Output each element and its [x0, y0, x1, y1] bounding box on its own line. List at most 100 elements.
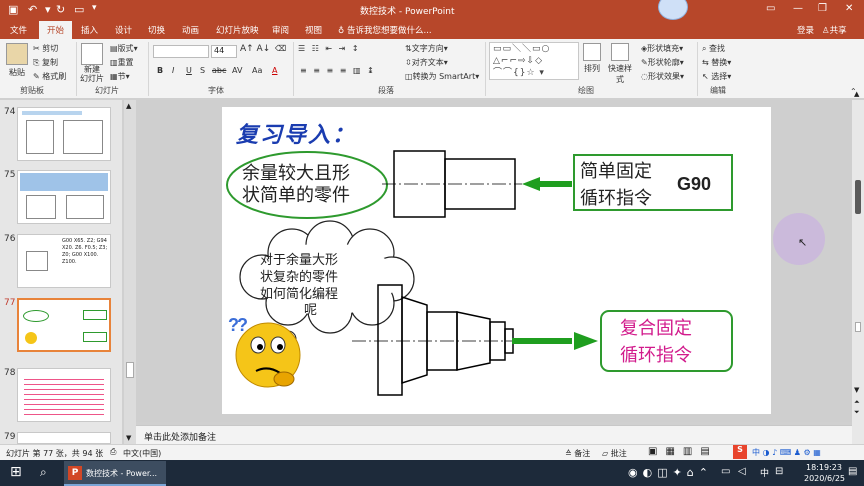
start-slideshow-icon[interactable]: ▭: [74, 3, 84, 16]
ime-tray[interactable]: 中: [760, 466, 769, 479]
comments-label: 批注: [610, 449, 627, 458]
layout-button[interactable]: ▤版式▾: [110, 43, 138, 54]
g90-box-line-2: 循环指令: [580, 188, 652, 209]
keyboard-icon[interactable]: ⊟: [775, 466, 783, 477]
scroll-up-icon[interactable]: ▲: [854, 90, 859, 98]
grow-font-icon[interactable]: A↑ A↓: [240, 44, 270, 54]
slide-thumbnail-selected[interactable]: [17, 298, 111, 352]
cut-button[interactable]: ✂ 剪切: [33, 43, 58, 54]
list-buttons[interactable]: ☰ ☷ ⇤ ⇥ ↕: [298, 44, 361, 53]
ribbon-display-icon[interactable]: [658, 0, 688, 20]
thumbnail-scrollbar[interactable]: ▲ ▼: [124, 100, 136, 444]
clear-format-icon[interactable]: ⌫: [275, 44, 286, 53]
paste-label: 粘贴: [9, 68, 25, 77]
tab-review[interactable]: 审阅: [272, 24, 289, 36]
thumbnail-blue-band: [20, 173, 108, 191]
undo-icon[interactable]: ↶: [28, 3, 37, 16]
next-slide-icon[interactable]: ⏷: [854, 408, 860, 417]
smartart-button[interactable]: ◫转换为 SmartArt▾: [405, 71, 479, 82]
share-button[interactable]: ♙共享: [822, 24, 847, 36]
find-button[interactable]: ⌕ 查找: [702, 43, 725, 54]
editor-scrollbar[interactable]: ▲ ▼ ⏶ ⏷: [852, 90, 864, 444]
format-painter-button[interactable]: ✎ 格式刷: [33, 71, 66, 82]
reset-button[interactable]: ▥重置: [110, 57, 134, 68]
slide-thumbnail[interactable]: [17, 170, 111, 224]
copy-button[interactable]: ⎘ 复制: [33, 57, 58, 68]
tab-animations[interactable]: 动画: [182, 24, 199, 36]
clock-date[interactable]: 2020/6/25: [804, 474, 845, 483]
shapes-gallery[interactable]: ▭▭＼＼▭○ △⌐⌐⇨⇩◇ ⌒⌒{}☆ ▾: [489, 42, 579, 80]
search-icon[interactable]: ⌕: [40, 465, 47, 480]
spellcheck-icon[interactable]: ⎙: [110, 447, 116, 457]
tab-view[interactable]: 视图: [305, 24, 322, 36]
scroll-up-icon[interactable]: ▲: [126, 102, 131, 110]
font-color-button[interactable]: A: [272, 66, 277, 75]
windows-start-icon[interactable]: ⊞: [10, 464, 22, 480]
replace-button[interactable]: ⇆ 替换▾: [702, 57, 731, 68]
sign-in-link[interactable]: 登录: [797, 24, 814, 36]
tab-transitions[interactable]: 切换: [148, 24, 165, 36]
language-indicator[interactable]: 中文(中国): [123, 448, 161, 459]
slide-thumbnail[interactable]: [17, 368, 111, 422]
paste-button[interactable]: 粘贴: [4, 43, 30, 78]
tell-me-box[interactable]: ♁ 告诉我您想要做什么...: [338, 24, 432, 36]
tab-slideshow[interactable]: 幻灯片放映: [216, 24, 259, 36]
customize-qat-icon[interactable]: ▾: [92, 3, 97, 13]
notification-icon[interactable]: ▤: [848, 466, 857, 477]
font-size-field[interactable]: 44: [211, 45, 237, 58]
network-icon[interactable]: ▭: [721, 466, 730, 477]
scroll-down-icon[interactable]: ▼: [126, 434, 131, 442]
comments-button[interactable]: ▱ 批注: [602, 448, 627, 459]
minimize-icon[interactable]: —: [793, 3, 803, 14]
volume-icon[interactable]: ◁: [738, 466, 746, 477]
tab-file[interactable]: 文件: [10, 24, 27, 36]
notes-button[interactable]: ≙ 备注: [565, 448, 590, 459]
save-icon[interactable]: ▣: [8, 3, 18, 16]
notes-pane[interactable]: 单击此处添加备注: [136, 425, 852, 444]
text-direction-button[interactable]: ⇅文字方向▾: [405, 43, 448, 54]
tray-icons[interactable]: ◉◐◫✦⌂⌃: [628, 466, 713, 479]
char-spacing-button[interactable]: AV: [232, 66, 242, 75]
slide-thumbnail[interactable]: [17, 107, 111, 161]
ribbon-options-icon[interactable]: ▭: [766, 3, 775, 14]
shape-effects-button[interactable]: ◌形状效果▾: [641, 71, 684, 82]
scrollbar-thumb[interactable]: [126, 362, 134, 378]
view-buttons[interactable]: ▣▦▥▤: [648, 446, 718, 457]
shadow-button[interactable]: S: [200, 66, 205, 75]
quick-styles-button[interactable]: 快速样式: [605, 43, 635, 85]
select-button[interactable]: ↖ 选择▾: [702, 71, 731, 82]
underline-button[interactable]: U: [186, 66, 192, 75]
arrange-button[interactable]: 排列: [582, 43, 602, 74]
taskbar-powerpoint-button[interactable]: P 数控技术 - Power...: [64, 461, 166, 486]
align-buttons[interactable]: ≡ ≡ ≡ ≡ ▥ ↨: [300, 66, 376, 75]
undo-dropdown-icon[interactable]: ▾: [45, 3, 51, 16]
bold-button[interactable]: B: [157, 66, 163, 75]
change-case-button[interactable]: Aa: [252, 66, 262, 75]
align-text-button[interactable]: ⇳对齐文本▾: [405, 57, 448, 68]
thumbnail-figure: [66, 195, 104, 219]
tab-design[interactable]: 设计: [115, 24, 132, 36]
font-name-field[interactable]: [153, 45, 209, 58]
new-slide-button[interactable]: 新建 幻灯片: [80, 43, 104, 83]
tab-home[interactable]: 开始: [39, 21, 73, 39]
clock-time[interactable]: 18:19:23: [806, 463, 842, 472]
italic-button[interactable]: I: [172, 66, 174, 75]
shape-fill-button[interactable]: ◈形状填充▾: [641, 43, 683, 54]
section-button[interactable]: ▦节▾: [110, 71, 130, 82]
group-clipboard: 剪贴板: [20, 86, 44, 95]
slide-thumbnail[interactable]: [17, 432, 111, 444]
ime-indicator[interactable]: 中 ◑ ♪ ⌨ ♟ ⚙ ▦: [752, 447, 821, 458]
shape-outline-button[interactable]: ✎形状轮廓▾: [641, 57, 684, 68]
ime-s-icon[interactable]: S: [733, 445, 747, 459]
previous-slide-icon[interactable]: ⏶: [854, 398, 860, 407]
thumbnail-figure: [26, 120, 54, 154]
strikethrough-button[interactable]: abc: [212, 66, 226, 75]
redo-icon[interactable]: ↻: [56, 3, 65, 16]
slide-canvas[interactable]: 复习导入： 余量较大且形 状简单的零件 简单固定 循环指令 G90 对于余量大形…: [222, 107, 771, 414]
scrollbar-thumb[interactable]: [855, 180, 861, 214]
tab-insert[interactable]: 插入: [81, 24, 98, 36]
close-icon[interactable]: ✕: [845, 3, 853, 14]
slide-thumbnail[interactable]: G00 X65. Z2; G94 X20. Z6. F0.5; Z3; Z0; …: [17, 234, 111, 288]
scroll-down-icon[interactable]: ▼: [854, 386, 859, 394]
restore-icon[interactable]: ❐: [818, 3, 827, 14]
